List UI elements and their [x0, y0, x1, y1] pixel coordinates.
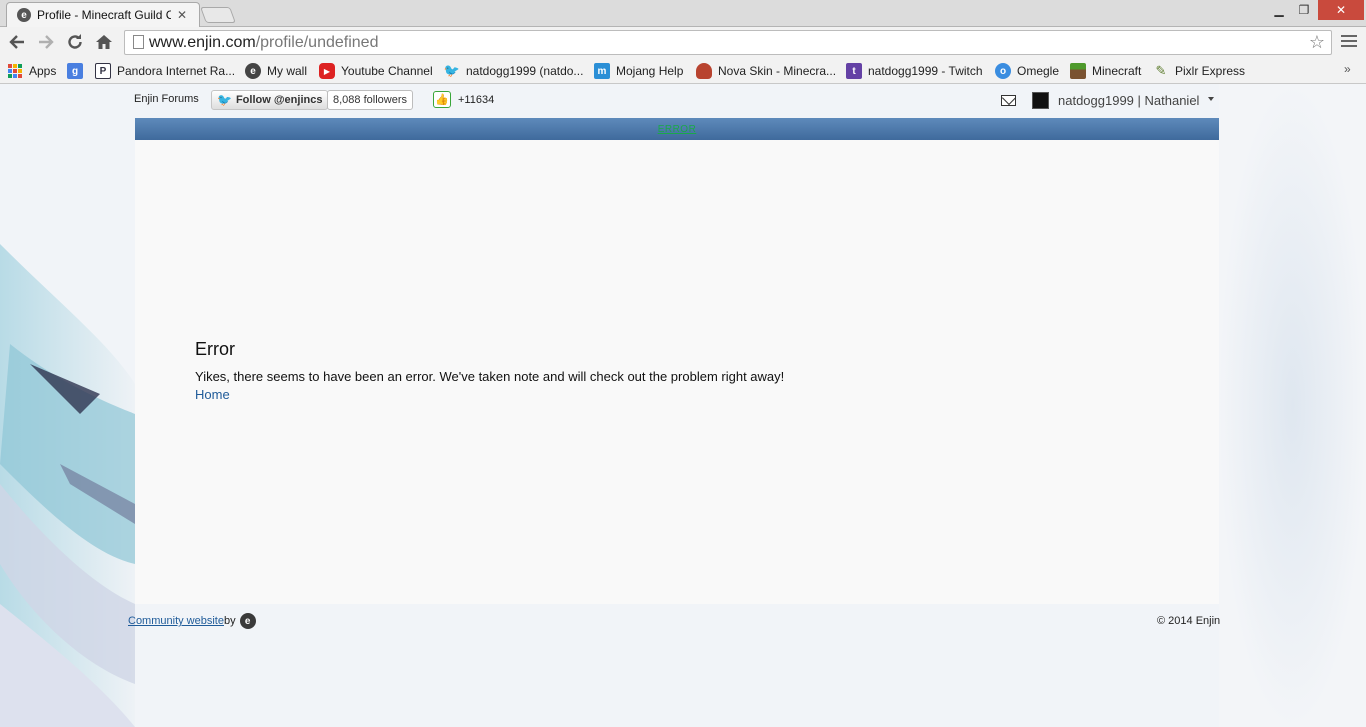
- bookmark-my-wall[interactable]: e My wall: [245, 62, 307, 80]
- bookmark-pandora[interactable]: P Pandora Internet Ra...: [95, 62, 235, 80]
- pandora-icon: P: [95, 63, 111, 79]
- error-title: Error: [195, 339, 235, 359]
- apps-grid-icon: [7, 63, 23, 79]
- twitter-icon: 🐦: [443, 63, 461, 78]
- url-path: /profile/undefined: [255, 33, 379, 51]
- url-host: www.enjin.com: [149, 33, 256, 51]
- home-link[interactable]: Home: [195, 387, 230, 402]
- chevron-down-icon[interactable]: [1208, 97, 1214, 101]
- site-navbar: ERROR: [135, 118, 1219, 140]
- reload-icon[interactable]: [65, 32, 85, 52]
- bookmark-google[interactable]: g: [67, 62, 89, 80]
- web-page: Enjin Forums 🐦 Follow @enjincs 8,088 fol…: [0, 84, 1366, 727]
- bookmark-apps[interactable]: Apps: [7, 62, 56, 80]
- bookmark-pixlr[interactable]: ✎ Pixlr Express: [1153, 62, 1245, 80]
- youtube-icon: ▶: [319, 63, 335, 79]
- browser-tab-active[interactable]: e Profile - Minecraft Guild C ✕: [6, 2, 200, 27]
- chrome-menu-icon[interactable]: [1341, 33, 1357, 49]
- omegle-icon: o: [995, 63, 1011, 79]
- followers-count[interactable]: 8,088 followers: [327, 90, 413, 110]
- back-arrow-icon[interactable]: [7, 32, 27, 52]
- enjin-topbar: Enjin Forums 🐦 Follow @enjincs 8,088 fol…: [134, 84, 1219, 118]
- bookmark-twitch[interactable]: t natdogg1999 - Twitch: [846, 62, 983, 80]
- mojang-icon: m: [594, 63, 610, 79]
- copyright: © 2014 Enjin: [1157, 615, 1221, 627]
- window-restore-button[interactable]: ❐: [1293, 0, 1315, 20]
- mail-envelope-icon[interactable]: [1001, 95, 1016, 106]
- bookmark-mojang[interactable]: m Mojang Help: [594, 62, 683, 80]
- twitter-follow-button[interactable]: 🐦 Follow @enjincs: [211, 90, 329, 110]
- window-close-button[interactable]: ✕: [1318, 0, 1364, 20]
- pixlr-icon: ✎: [1155, 63, 1167, 78]
- minecraft-icon: [1070, 63, 1086, 79]
- forward-arrow-icon[interactable]: [36, 32, 56, 52]
- community-website-link[interactable]: Community website: [128, 615, 224, 627]
- enjin-icon: e: [245, 63, 261, 79]
- twitter-bird-icon: 🐦: [217, 93, 232, 107]
- follow-label: Follow @enjincs: [235, 94, 323, 106]
- footer-by: by: [223, 615, 236, 627]
- bookmark-twitter[interactable]: 🐦 natdogg1999 (natdo...: [443, 62, 584, 80]
- novaskin-icon: [696, 63, 712, 79]
- thumbs-up-icon[interactable]: 👍: [433, 91, 451, 108]
- google-icon: g: [67, 63, 83, 79]
- username-menu[interactable]: natdogg1999 | Nathaniel: [1058, 93, 1199, 108]
- page-icon: [133, 35, 144, 49]
- main-content: Error Yikes, there seems to have been an…: [135, 140, 1219, 604]
- avatar[interactable]: [1032, 92, 1049, 109]
- bookmark-star-icon[interactable]: ☆: [1309, 32, 1325, 53]
- home-icon[interactable]: [94, 32, 114, 52]
- bookmark-minecraft[interactable]: Minecraft: [1070, 62, 1141, 80]
- bookmarks-bar: Apps g P Pandora Internet Ra... e My wal…: [0, 58, 1366, 84]
- address-bar[interactable]: www.enjin.com/profile/undefined ☆: [124, 30, 1332, 55]
- points-count: +11634: [458, 94, 495, 106]
- bookmark-omegle[interactable]: o Omegle: [995, 62, 1059, 80]
- twitch-icon: t: [846, 63, 862, 79]
- bookmarks-overflow-chevron[interactable]: »: [1344, 62, 1351, 76]
- new-tab-button[interactable]: [200, 7, 236, 23]
- enjin-forums-link[interactable]: Enjin Forums: [134, 93, 199, 105]
- tab-close-icon[interactable]: ✕: [177, 8, 187, 22]
- enjin-logo-icon[interactable]: e: [239, 613, 256, 629]
- nav-item-error[interactable]: ERROR: [658, 124, 697, 135]
- footer-credit: Community website by e: [128, 613, 256, 629]
- error-message: Yikes, there seems to have been an error…: [195, 369, 785, 384]
- browser-titlebar: e Profile - Minecraft Guild C ✕ ▁ ❐ ✕: [0, 0, 1366, 27]
- browser-toolbar: www.enjin.com/profile/undefined ☆: [0, 27, 1366, 58]
- bookmark-nova-skin[interactable]: Nova Skin - Minecra...: [696, 62, 836, 80]
- bookmark-youtube[interactable]: ▶ Youtube Channel: [319, 62, 433, 80]
- tab-title: Profile - Minecraft Guild C: [37, 8, 171, 22]
- window-minimize-button[interactable]: ▁: [1268, 0, 1290, 20]
- enjin-favicon-icon: e: [17, 8, 31, 22]
